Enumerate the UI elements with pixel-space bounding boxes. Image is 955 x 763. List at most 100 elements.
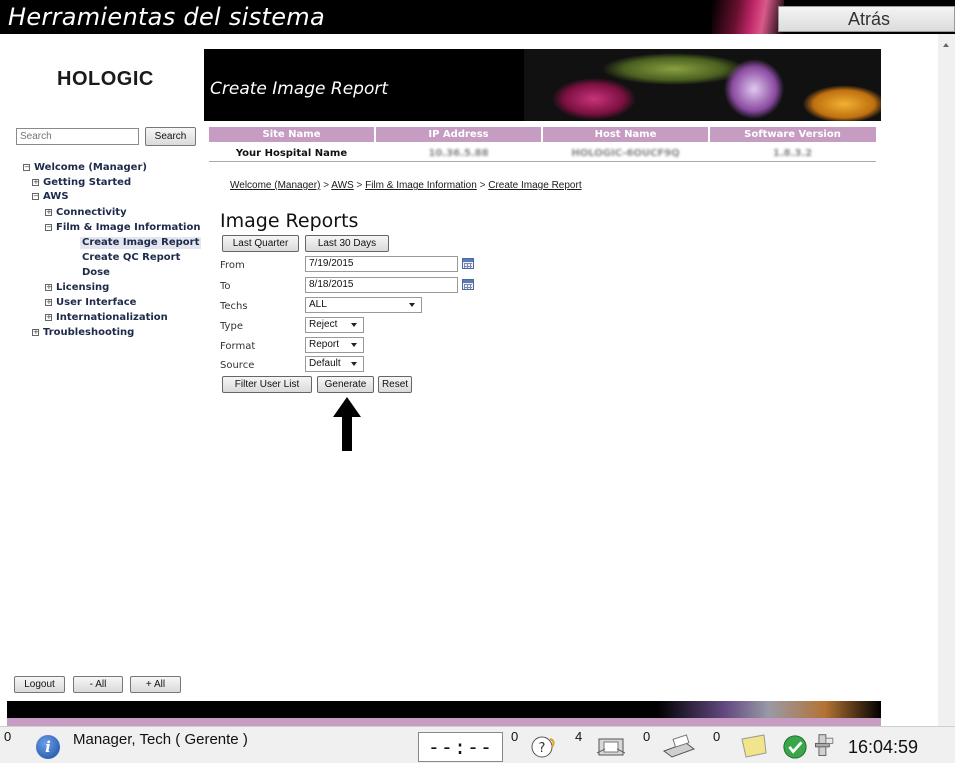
system-info-header: Site Name IP Address Host Name Software … [209, 127, 876, 142]
header-site-name: Site Name [262, 129, 321, 140]
up-arrow-icon [333, 397, 361, 451]
collapse-icon[interactable]: − [23, 164, 30, 171]
studies-count: 4 [575, 729, 583, 744]
breadcrumb-separator: > [356, 180, 363, 191]
help-count: 0 [511, 729, 519, 744]
format-selected-value: Report [309, 339, 340, 350]
last-quarter-button[interactable]: Last Quarter [222, 235, 299, 252]
form-title: Image Reports [220, 210, 359, 232]
app-window: Herramientas del sistema Atrás HOLOGIC S… [0, 0, 955, 763]
chevron-down-icon [351, 362, 357, 366]
flower-decoration [712, 0, 784, 34]
expand-icon[interactable]: + [45, 314, 52, 321]
calendar-icon[interactable] [462, 279, 474, 290]
type-label: Type [220, 321, 243, 332]
format-label: Format [220, 341, 256, 352]
app-title: Herramientas del sistema [8, 3, 325, 31]
reset-button[interactable]: Reset [378, 376, 412, 393]
system-ok-icon[interactable] [780, 733, 810, 759]
printer-count: 0 [643, 729, 651, 744]
info-count: 0 [4, 729, 12, 744]
techs-label: Techs [220, 301, 248, 312]
expand-icon[interactable]: + [32, 329, 39, 336]
image-studies-icon[interactable] [595, 733, 629, 759]
tree-item-licensing[interactable]: + Licensing [45, 282, 109, 294]
hologic-logo: HOLOGIC [57, 68, 154, 90]
software-version-value: 1.8.3.2 [772, 148, 813, 159]
format-select[interactable]: Report [305, 337, 364, 353]
techs-selected-value: ALL [309, 299, 327, 310]
search-input[interactable] [16, 128, 139, 145]
to-label: To [220, 281, 231, 292]
from-label: From [220, 260, 245, 271]
page-title: Create Image Report [210, 79, 389, 99]
source-select[interactable]: Default [305, 356, 364, 372]
last-30-days-button[interactable]: Last 30 Days [305, 235, 389, 252]
calendar-icon[interactable] [462, 258, 474, 269]
vertical-scrollbar[interactable] [938, 34, 955, 726]
search-button[interactable]: Search [145, 127, 196, 146]
banner-flower-image [524, 49, 881, 121]
logout-button[interactable]: Logout [14, 676, 65, 693]
collapse-all-button[interactable]: - All [73, 676, 123, 693]
tree-item-connectivity[interactable]: + Connectivity [45, 207, 127, 219]
printer-icon[interactable] [660, 733, 696, 759]
breadcrumb-aws[interactable]: AWS [331, 180, 353, 191]
page-banner: Create Image Report [204, 49, 881, 121]
breadcrumb-film-image-information[interactable]: Film & Image Information [365, 180, 477, 191]
collapse-icon[interactable]: − [32, 193, 39, 200]
ip-address-value: 10.36.5.88 [428, 148, 489, 159]
site-name-value: Your Hospital Name [235, 148, 348, 159]
tree-item-welcome[interactable]: − Welcome (Manager) [23, 162, 147, 174]
tree-item-create-qc-report[interactable]: Create QC Report [82, 252, 180, 264]
filter-user-list-button[interactable]: Filter User List [222, 376, 312, 393]
clock: 16:04:59 [848, 737, 919, 757]
chevron-down-icon [351, 323, 357, 327]
note-icon[interactable] [738, 733, 770, 759]
gantry-icon[interactable] [810, 733, 840, 759]
chevron-down-icon [409, 303, 415, 307]
sidebar: HOLOGIC Search −Welcome (Manager) +Getti… [7, 38, 204, 700]
collapse-icon[interactable]: − [45, 224, 52, 231]
scroll-up-icon[interactable] [943, 43, 949, 47]
tree-item-user-interface[interactable]: + User Interface [45, 297, 136, 309]
host-name-value: HOLOGIC-6OUCF9Q [571, 148, 680, 159]
techs-select[interactable]: ALL [305, 297, 422, 313]
expand-icon[interactable]: + [32, 179, 39, 186]
back-button[interactable]: Atrás [778, 6, 955, 32]
breadcrumb: Welcome (Manager) > AWS > Film & Image I… [230, 180, 582, 191]
info-icon[interactable]: i [36, 735, 60, 759]
header-host-name: Host Name [594, 129, 657, 140]
from-date-field[interactable]: 7/19/2015 [305, 256, 458, 272]
bottom-banner [7, 701, 881, 718]
header-ip-address: IP Address [428, 129, 489, 140]
expand-icon[interactable]: + [45, 209, 52, 216]
help-icon[interactable]: ? [528, 733, 558, 759]
expand-all-button[interactable]: + All [130, 676, 181, 693]
breadcrumb-create-image-report[interactable]: Create Image Report [488, 180, 581, 191]
tree-item-film-image-information[interactable]: − Film & Image Information [45, 222, 200, 234]
tree-item-internationalization[interactable]: + Internationalization [45, 312, 168, 324]
source-selected-value: Default [309, 358, 341, 369]
expand-icon[interactable]: + [45, 299, 52, 306]
tree-item-troubleshooting[interactable]: + Troubleshooting [32, 327, 134, 339]
tree-item-dose[interactable]: Dose [82, 267, 110, 279]
tree-item-create-image-report[interactable]: Create Image Report [80, 237, 202, 249]
tree-item-getting-started[interactable]: + Getting Started [32, 177, 131, 189]
title-bar: Herramientas del sistema Atrás [0, 0, 955, 34]
breadcrumb-separator: > [323, 180, 330, 191]
type-select[interactable]: Reject [305, 317, 364, 333]
to-date-field[interactable]: 8/18/2015 [305, 277, 458, 293]
bottom-accent-strip [7, 718, 881, 726]
chevron-down-icon [351, 343, 357, 347]
breadcrumb-welcome[interactable]: Welcome (Manager) [230, 180, 320, 191]
tree-item-aws[interactable]: − AWS [32, 191, 69, 203]
expand-icon[interactable]: + [45, 284, 52, 291]
current-user[interactable]: Manager, Tech ( Gerente ) [73, 731, 248, 748]
generate-button[interactable]: Generate [317, 376, 374, 393]
bottom-banner-flower-image [657, 701, 881, 718]
notes-count: 0 [713, 729, 721, 744]
header-software-version: Software Version [744, 129, 841, 140]
exposure-timer: --:-- [418, 732, 503, 762]
status-taskbar: 0 i Manager, Tech ( Gerente ) --:-- 0 ? … [0, 726, 955, 763]
